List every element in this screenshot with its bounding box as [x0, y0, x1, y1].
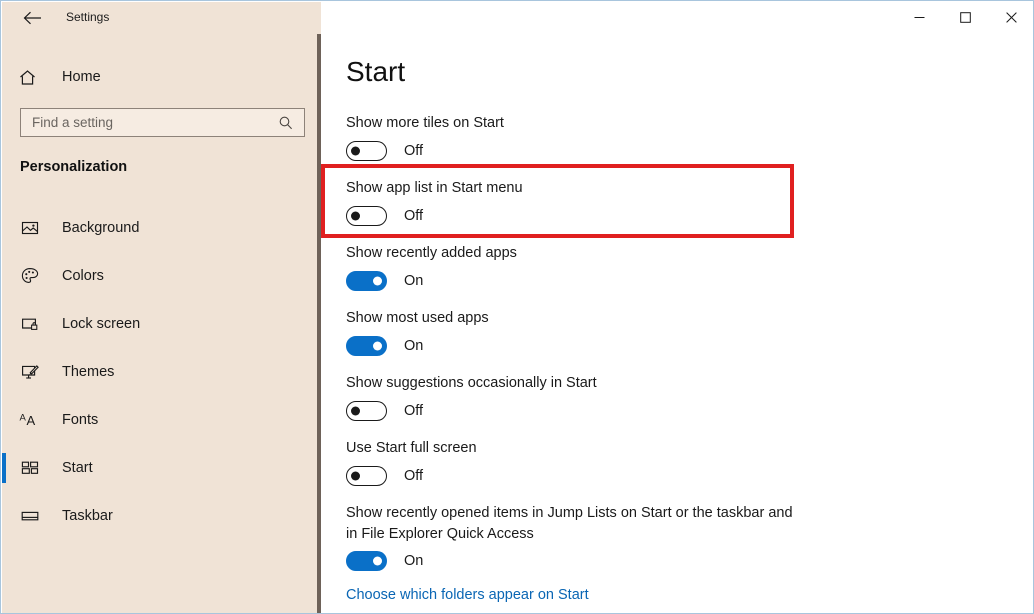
selection-indicator [2, 261, 6, 291]
window-title-bar: Settings [2, 2, 1034, 33]
selection-indicator [2, 405, 6, 435]
sidebar-item-fonts[interactable]: A A Fonts [2, 402, 314, 438]
toggle-recently-added-apps[interactable] [346, 271, 387, 291]
setting-label-suggestions: Show suggestions occasionally in Start [346, 373, 597, 394]
toggle-state-show-more-tiles: Off [404, 143, 423, 159]
toggle-row-full-screen: Off [346, 466, 423, 486]
sidebar-section-header: Personalization [20, 159, 127, 175]
selection-indicator [2, 453, 6, 483]
toggle-knob [351, 407, 360, 416]
choose-folders-link[interactable]: Choose which folders appear on Start [346, 587, 589, 603]
toggle-knob [351, 212, 360, 221]
lock-screen-icon [18, 312, 42, 336]
start-tiles-icon [18, 456, 42, 480]
toggle-row-show-more-tiles: Off [346, 141, 423, 161]
maximize-button[interactable] [942, 2, 988, 33]
sidebar-item-colors[interactable]: Colors [2, 258, 314, 294]
setting-label-most-used-apps: Show most used apps [346, 308, 489, 329]
search-setting-box[interactable] [20, 108, 305, 137]
toggle-knob [351, 472, 360, 481]
sidebar-item-themes-label: Themes [62, 364, 114, 380]
sidebar-item-themes[interactable]: Themes [2, 354, 314, 390]
taskbar-icon [18, 504, 42, 528]
setting-label-show-more-tiles: Show more tiles on Start [346, 113, 504, 134]
toggle-jump-lists[interactable] [346, 551, 387, 571]
back-button[interactable] [10, 2, 54, 33]
toggle-knob [373, 557, 382, 566]
toggle-suggestions[interactable] [346, 401, 387, 421]
sidebar-item-fonts-label: Fonts [62, 412, 98, 428]
setting-label-full-screen: Use Start full screen [346, 438, 477, 459]
fonts-icon: A A [18, 408, 42, 432]
settings-content-pane: Start Show more tiles on Start Off Show … [321, 2, 1034, 614]
setting-label-recently-added-apps: Show recently added apps [346, 243, 517, 264]
sidebar-item-start-label: Start [62, 460, 93, 476]
selection-indicator [2, 501, 6, 531]
toggle-state-full-screen: Off [404, 468, 423, 484]
toggle-show-app-list[interactable] [346, 206, 387, 226]
toggle-row-recently-added-apps: On [346, 271, 423, 291]
palette-icon [18, 264, 42, 288]
toggle-show-more-tiles[interactable] [346, 141, 387, 161]
toggle-row-suggestions: Off [346, 401, 423, 421]
sidebar-item-home-label: Home [62, 69, 101, 85]
sidebar-item-colors-label: Colors [62, 268, 104, 284]
search-icon [272, 115, 300, 131]
sidebar-item-lock-screen[interactable]: Lock screen [2, 306, 314, 342]
close-icon [1006, 12, 1017, 23]
selection-indicator [2, 213, 6, 243]
setting-label-show-app-list: Show app list in Start menu [346, 178, 523, 199]
selection-indicator [2, 357, 6, 387]
sidebar-scrollbar[interactable] [317, 34, 321, 614]
home-icon [18, 68, 50, 87]
window-title: Settings [66, 2, 109, 33]
search-input[interactable] [21, 109, 272, 136]
toggle-full-screen[interactable] [346, 466, 387, 486]
toggle-state-most-used-apps: On [404, 338, 423, 354]
sidebar-item-lock-screen-label: Lock screen [62, 316, 140, 332]
sidebar-item-taskbar[interactable]: Taskbar [2, 498, 314, 534]
minimize-icon [914, 12, 925, 23]
setting-label-jump-lists: Show recently opened items in Jump Lists… [346, 503, 806, 545]
close-button[interactable] [988, 2, 1034, 33]
toggle-row-show-app-list: Off [346, 206, 423, 226]
sidebar-item-background[interactable]: Background [2, 210, 314, 246]
toggle-most-used-apps[interactable] [346, 336, 387, 356]
toggle-state-recently-added-apps: On [404, 273, 423, 289]
settings-window: Home Personalization Backgrou [0, 0, 1034, 614]
sidebar-item-taskbar-label: Taskbar [62, 508, 113, 524]
svg-text:A: A [20, 413, 27, 424]
toggle-knob [351, 147, 360, 156]
sidebar-item-background-label: Background [62, 220, 139, 236]
sidebar-item-start[interactable]: Start [2, 450, 314, 486]
toggle-state-suggestions: Off [404, 403, 423, 419]
toggle-row-most-used-apps: On [346, 336, 423, 356]
selection-indicator [2, 309, 6, 339]
image-icon [18, 216, 42, 240]
back-arrow-icon [23, 11, 42, 25]
svg-text:A: A [27, 413, 36, 428]
toggle-state-jump-lists: On [404, 553, 423, 569]
toggle-knob [373, 342, 382, 351]
sidebar-item-home[interactable]: Home [10, 60, 310, 94]
page-title: Start [346, 56, 405, 88]
brush-icon [18, 360, 42, 384]
toggle-knob [373, 277, 382, 286]
maximize-icon [960, 12, 971, 23]
toggle-row-jump-lists: On [346, 551, 423, 571]
settings-sidebar: Home Personalization Backgrou [2, 2, 321, 614]
toggle-state-show-app-list: Off [404, 208, 423, 224]
minimize-button[interactable] [896, 2, 942, 33]
